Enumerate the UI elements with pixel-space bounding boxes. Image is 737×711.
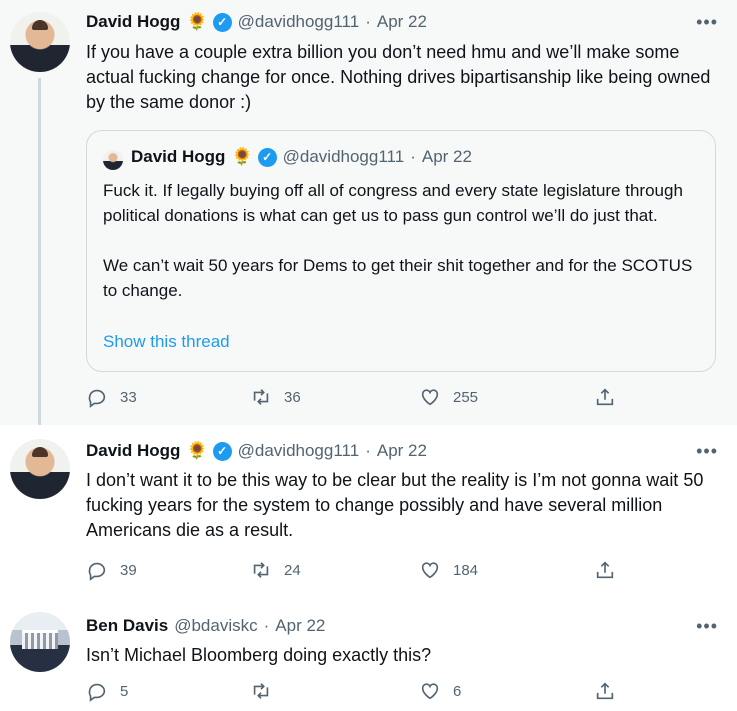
quote-author-handle: @davidhogg111 [282, 147, 405, 166]
quote-paragraph-2: We can’t wait 50 years for Dems to get t… [103, 256, 693, 300]
verified-badge-icon: ✓ [212, 441, 232, 461]
share-icon [596, 561, 614, 579]
like-icon [421, 683, 439, 700]
quote-author-name: David Hogg [131, 147, 226, 166]
reply-button[interactable]: 33 [86, 386, 137, 408]
quoted-tweet[interactable]: David Hogg 🌻 ✓ @davidhogg111 · Apr 22 Fu… [86, 130, 716, 372]
like-count: 6 [453, 682, 462, 700]
author-name[interactable]: Ben Davis [86, 616, 168, 636]
share-icon [596, 682, 614, 700]
like-button[interactable]: 6 [419, 680, 461, 702]
avatar[interactable] [10, 612, 70, 672]
avatar[interactable] [10, 12, 70, 72]
share-button[interactable] [594, 680, 616, 702]
reply-icon [88, 389, 106, 408]
tweet-actions: 39 24 184 [86, 559, 626, 589]
like-count: 255 [453, 388, 479, 406]
reply-button[interactable]: 5 [86, 680, 128, 702]
tweet-date[interactable]: Apr 22 [377, 12, 427, 32]
quote-text: Fuck it. If legally buying off all of co… [103, 178, 703, 328]
show-thread-link[interactable]: Show this thread [103, 332, 230, 352]
retweet-icon [253, 562, 269, 578]
share-button[interactable] [594, 386, 616, 408]
separator-dot: · [410, 147, 416, 166]
avatar[interactable] [10, 439, 70, 499]
tweet-date[interactable]: Apr 22 [275, 616, 325, 636]
like-count: 184 [453, 561, 479, 579]
author-name[interactable]: David Hogg [86, 12, 180, 32]
tweet-1[interactable]: David Hogg 🌻 ✓ @davidhogg111 · Apr 22 ••… [0, 0, 737, 425]
like-button[interactable]: 255 [419, 386, 478, 408]
quote-avatar [103, 150, 123, 170]
sunflower-emoji: 🌻 [231, 147, 253, 166]
tweet-header: Ben Davis @bdaviskc · Apr 22 [86, 616, 325, 636]
retweet-icon [253, 683, 269, 699]
thread-line [38, 78, 41, 425]
retweet-count: 24 [284, 561, 301, 579]
quote-header: David Hogg 🌻 ✓ @davidhogg111 · Apr 22 [131, 147, 472, 167]
tweet-header: David Hogg 🌻 ✓ @davidhogg111 · Apr 22 [86, 12, 427, 32]
verified-badge-icon: ✓ [212, 12, 232, 32]
more-icon[interactable]: ••• [696, 441, 718, 462]
retweet-count: 36 [284, 388, 301, 406]
like-button[interactable]: 184 [419, 559, 478, 581]
tweet-date[interactable]: Apr 22 [377, 441, 427, 461]
reply-icon [88, 562, 106, 581]
author-handle[interactable]: @davidhogg111 [238, 12, 360, 32]
more-icon[interactable]: ••• [696, 616, 718, 637]
tweet-header: David Hogg 🌻 ✓ @davidhogg111 · Apr 22 [86, 441, 427, 461]
tweet-2[interactable]: David Hogg 🌻 ✓ @davidhogg111 · Apr 22 ••… [0, 425, 737, 602]
like-icon [421, 562, 439, 579]
tweet-text: If you have a couple extra billion you d… [86, 42, 711, 112]
separator-dot: · [263, 616, 270, 635]
retweet-button[interactable]: 36 [250, 386, 301, 408]
separator-dot: · [365, 12, 371, 31]
tweet-3[interactable]: Ben Davis @bdaviskc · Apr 22 ••• Isn’t M… [0, 602, 737, 711]
tweet-actions: 33 36 255 [86, 386, 626, 416]
sunflower-emoji: 🌻 [186, 441, 208, 460]
tweet-text: I don’t want it to be this way to be cle… [86, 470, 704, 540]
retweet-button[interactable] [250, 680, 284, 702]
like-icon [421, 389, 439, 406]
reply-count: 33 [120, 388, 137, 406]
tweet-actions: 5 6 [86, 680, 626, 710]
retweet-button[interactable]: 24 [250, 559, 301, 581]
share-button[interactable] [594, 559, 616, 581]
more-icon[interactable]: ••• [696, 12, 718, 33]
author-name[interactable]: David Hogg [86, 441, 180, 461]
author-handle[interactable]: @bdaviskc [174, 616, 257, 636]
sunflower-emoji: 🌻 [186, 12, 208, 31]
retweet-icon [253, 389, 269, 405]
reply-count: 39 [120, 561, 137, 579]
reply-icon [88, 683, 106, 702]
share-icon [596, 388, 614, 406]
author-handle[interactable]: @davidhogg111 [238, 441, 360, 461]
tweet-text: Isn’t Michael Bloomberg doing exactly th… [86, 645, 432, 665]
verified-badge-icon: ✓ [257, 147, 277, 167]
reply-count: 5 [120, 682, 129, 700]
separator-dot: · [365, 441, 371, 460]
quote-paragraph-1: Fuck it. If legally buying off all of co… [103, 181, 683, 225]
reply-button[interactable]: 39 [86, 559, 137, 581]
quote-date: Apr 22 [421, 147, 472, 166]
